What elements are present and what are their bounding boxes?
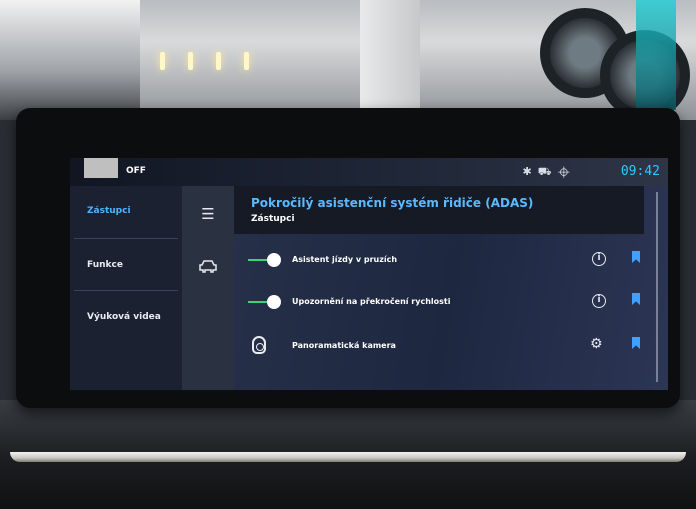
toggle-knob [267, 295, 281, 309]
list-item-panoramic-camera[interactable]: Panoramatická kamera ⚙ [234, 326, 644, 366]
showroom-wall [0, 0, 140, 120]
toggle-knob [267, 253, 281, 267]
nav-divider [74, 290, 178, 291]
car-icon[interactable] [194, 258, 222, 278]
list-item-label: Asistent jízdy v pruzích [292, 255, 398, 264]
showroom-background [0, 0, 696, 120]
settings-icon[interactable]: ⚙ [590, 336, 603, 352]
infotainment-screen: OFF ✱⛟⌖ 09:42 Zástupci Funkce Výuková vi… [70, 158, 668, 390]
scrollbar[interactable] [656, 192, 658, 382]
clock: 09:42 [620, 164, 660, 179]
nav-item-label: Výuková videa [87, 312, 161, 322]
car-icon-svg [199, 260, 217, 273]
ceiling-light [160, 52, 165, 70]
content-panel: Pokročilý asistenční systém řidiče (ADAS… [234, 186, 668, 390]
bluetooth-icon: ✱ [522, 165, 538, 178]
menu-icon[interactable]: ☰ [194, 204, 222, 224]
list-item-label: Panoramatická kamera [292, 341, 396, 350]
status-indicator [84, 158, 118, 178]
ceiling-light [216, 52, 221, 70]
info-icon[interactable]: i [592, 252, 606, 266]
nav-item-label: Funkce [87, 260, 123, 270]
list-item-speed-warning[interactable]: Upozornění na překročení rychlosti i [234, 282, 644, 322]
list-item-label: Upozornění na překročení rychlosti [292, 297, 451, 306]
status-bar: OFF ✱⛟⌖ 09:42 [70, 158, 668, 186]
ceiling-light [188, 52, 193, 70]
list-item-lane-assist[interactable]: Asistent jízdy v pruzích i [234, 240, 644, 280]
location-icon: ⌖ [557, 165, 576, 178]
bookmark-icon[interactable] [632, 337, 640, 349]
status-icons: ✱⛟⌖ [523, 165, 576, 180]
bookmark-icon[interactable] [632, 293, 640, 305]
icon-rail: ☰ [182, 186, 234, 390]
bookmark-icon[interactable] [632, 251, 640, 263]
camera-icon [252, 336, 266, 354]
car-connect-icon: ⛟ [537, 165, 558, 178]
page-title: Pokročilý asistenční systém řidiče (ADAS… [251, 196, 534, 210]
nav-item-label: Zástupci [87, 206, 131, 216]
chrome-trim [10, 452, 686, 462]
teal-light [636, 0, 676, 110]
info-icon[interactable]: i [592, 294, 606, 308]
header: Pokročilý asistenční systém řidiče (ADAS… [234, 186, 644, 234]
nav-divider [74, 238, 178, 239]
showroom-pillar [360, 0, 420, 120]
lane-assist-toggle[interactable] [248, 253, 281, 267]
nav-item-vyukova-videa[interactable]: Výuková videa [70, 298, 182, 338]
nav-item-funkce[interactable]: Funkce [70, 246, 182, 286]
nav-item-zastupci[interactable]: Zástupci [70, 192, 182, 232]
page-subtitle: Zástupci [251, 214, 295, 224]
status-mode-text: OFF [126, 166, 146, 176]
speed-warning-toggle[interactable] [248, 295, 281, 309]
ceiling-light [244, 52, 249, 70]
left-nav: Zástupci Funkce Výuková videa [70, 186, 182, 390]
